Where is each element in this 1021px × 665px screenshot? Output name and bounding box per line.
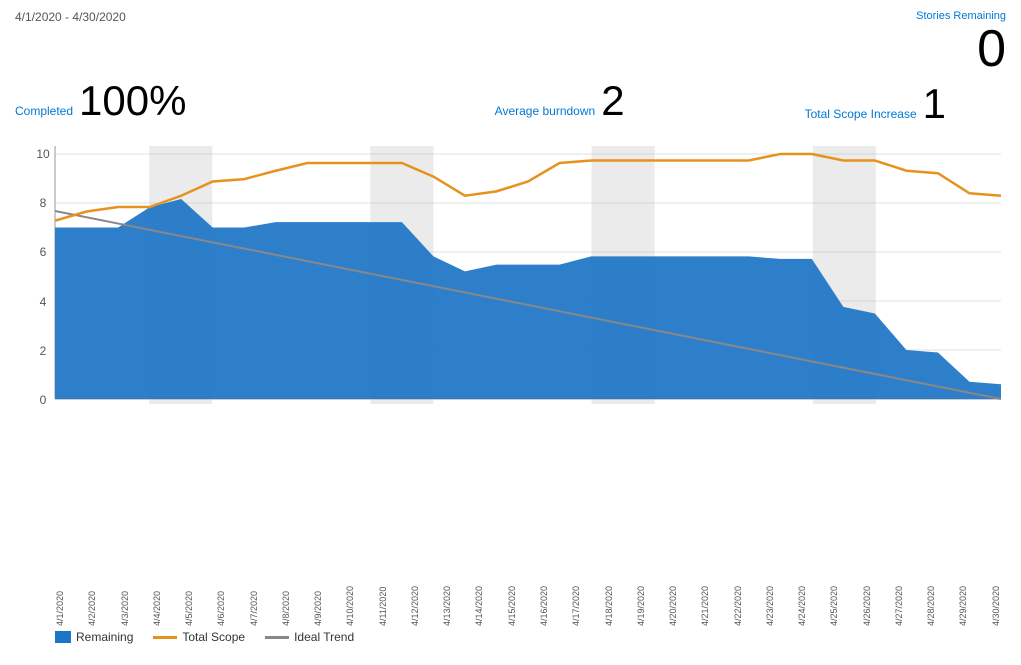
total-scope-legend-label: Total Scope xyxy=(182,630,245,644)
header-row: 4/1/2020 - 4/30/2020 Stories Remaining 0 xyxy=(15,10,1006,75)
main-container: 4/1/2020 - 4/30/2020 Stories Remaining 0… xyxy=(0,0,1021,665)
x-axis-label: 4/17/2020 xyxy=(571,586,581,626)
x-axis-label: 4/11/2020 xyxy=(378,586,388,626)
svg-text:2: 2 xyxy=(40,344,47,358)
avg-burndown-value: 2 xyxy=(601,80,624,122)
x-axis-label: 4/30/2020 xyxy=(991,586,1001,626)
legend-total-scope: Total Scope xyxy=(153,630,245,644)
x-axis-label: 4/3/2020 xyxy=(120,586,130,626)
x-axis-label: 4/4/2020 xyxy=(152,586,162,626)
x-axis-label: 4/10/2020 xyxy=(345,586,355,626)
x-axis-label: 4/7/2020 xyxy=(249,586,259,626)
x-axis-label: 4/6/2020 xyxy=(216,586,226,626)
x-axis-label: 4/15/2020 xyxy=(507,586,517,626)
stories-remaining-block: Stories Remaining 0 xyxy=(916,10,1006,75)
x-axis-label: 4/14/2020 xyxy=(474,586,484,626)
total-scope-color-swatch xyxy=(153,636,177,639)
chart-area: 10 8 6 4 2 0 xyxy=(15,136,1006,626)
x-axis-label: 4/2/2020 xyxy=(87,586,97,626)
x-axis-labels: (function(){ const labels = ['4/1/2020',… xyxy=(55,586,1001,626)
avg-burndown-label: Average burndown xyxy=(495,104,596,120)
x-axis-label: 4/19/2020 xyxy=(636,586,646,626)
legend-remaining: Remaining xyxy=(55,630,133,644)
x-axis-label: 4/27/2020 xyxy=(894,586,904,626)
x-axis-label: 4/12/2020 xyxy=(410,586,420,626)
x-axis-label: 4/5/2020 xyxy=(184,586,194,626)
x-axis-label: 4/26/2020 xyxy=(862,586,872,626)
x-axis-label: 4/28/2020 xyxy=(926,586,936,626)
remaining-color-swatch xyxy=(55,631,71,643)
svg-text:10: 10 xyxy=(36,147,50,161)
x-axis-label: 4/25/2020 xyxy=(829,586,839,626)
stats-row: Completed 100% Average burndown 2 Total … xyxy=(15,80,1006,128)
x-axis-label: 4/16/2020 xyxy=(539,586,549,626)
burndown-chart: 10 8 6 4 2 0 xyxy=(15,136,1006,626)
x-axis-label: 4/24/2020 xyxy=(797,586,807,626)
svg-text:8: 8 xyxy=(40,196,47,210)
x-axis-label: 4/1/2020 xyxy=(55,586,65,626)
remaining-legend-label: Remaining xyxy=(76,630,133,644)
x-axis-label: 4/23/2020 xyxy=(765,586,775,626)
ideal-trend-color-swatch xyxy=(265,636,289,639)
x-axis-label: 4/22/2020 xyxy=(733,586,743,626)
x-axis-label: 4/18/2020 xyxy=(604,586,614,626)
chart-legend: Remaining Total Scope Ideal Trend xyxy=(15,630,1006,644)
total-scope-label: Total Scope Increase xyxy=(805,107,917,123)
completed-value: 100% xyxy=(79,80,186,122)
stories-remaining-value: 0 xyxy=(916,23,1006,75)
legend-ideal-trend: Ideal Trend xyxy=(265,630,354,644)
x-axis-label: 4/21/2020 xyxy=(700,586,710,626)
total-scope-value: 1 xyxy=(923,80,946,128)
svg-text:4: 4 xyxy=(40,295,47,309)
svg-text:0: 0 xyxy=(40,393,47,407)
x-axis-label: 4/13/2020 xyxy=(442,586,452,626)
completed-block: Completed 100% xyxy=(15,80,186,122)
date-range: 4/1/2020 - 4/30/2020 xyxy=(15,10,126,24)
completed-label: Completed xyxy=(15,104,73,120)
avg-burndown-block: Average burndown 2 xyxy=(495,80,625,122)
total-scope-block: Total Scope Increase 1 xyxy=(805,80,946,128)
x-axis-label: 4/20/2020 xyxy=(668,586,678,626)
x-axis-label: 4/29/2020 xyxy=(958,586,968,626)
x-axis-label: 4/8/2020 xyxy=(281,586,291,626)
svg-text:6: 6 xyxy=(40,245,47,259)
ideal-trend-legend-label: Ideal Trend xyxy=(294,630,354,644)
x-axis-label: 4/9/2020 xyxy=(313,586,323,626)
